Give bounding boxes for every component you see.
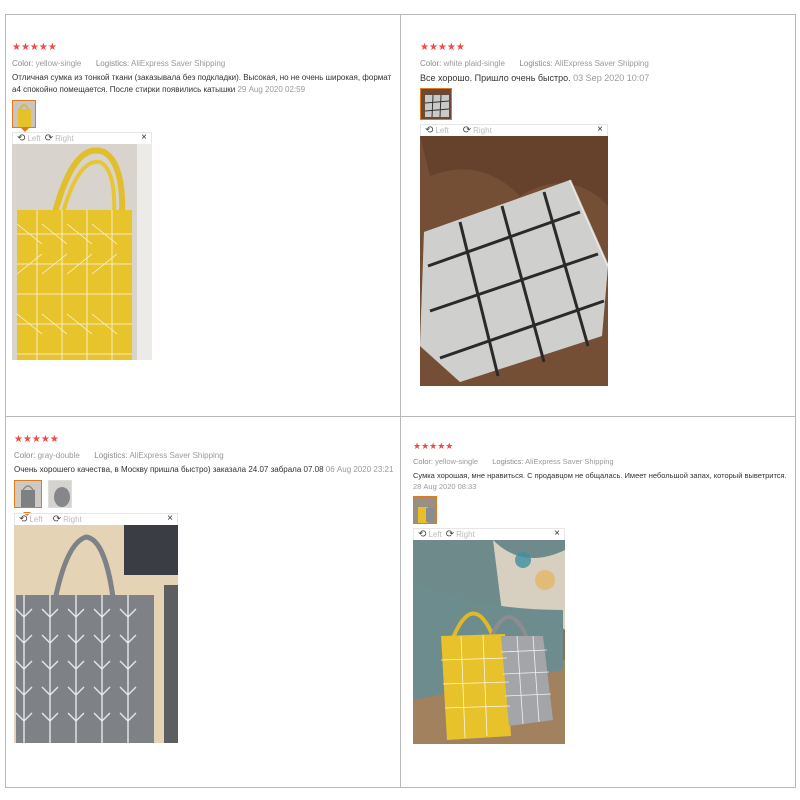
logistics-label: Logistics: [94, 451, 128, 460]
rotate-right-icon[interactable]: ⟳ [53, 514, 61, 525]
review-photo [14, 525, 178, 743]
color-value: yellow-single [35, 59, 82, 68]
review-date: 03 Sep 2020 10:07 [573, 73, 650, 83]
logistics-value: AliExpress Saver Shipping [130, 59, 226, 68]
close-icon[interactable]: × [167, 513, 173, 524]
review-meta: Color: gray-double Logistics: AliExpress… [14, 450, 398, 461]
review-text-block: Все хорошо. Пришло очень быстро. 03 Sep … [420, 72, 790, 84]
review-meta: Color: yellow-single Logistics: AliExpre… [12, 58, 397, 69]
logistics-value: AliExpress Saver Shipping [129, 451, 224, 460]
logistics-value: AliExpress Saver Shipping [554, 59, 649, 68]
review-text: Очень хорошего качества, в Москву пришла… [14, 465, 324, 474]
image-viewer-toolbar: ⟲ Left ⟳ Right × [413, 528, 565, 540]
review-text: Все хорошо. Пришло очень быстро. [420, 73, 571, 83]
review-meta: Color: yellow-single Logistics: AliExpre… [413, 456, 793, 467]
review-thumbnail[interactable] [14, 480, 42, 508]
rotate-right-icon[interactable]: ⟳ [45, 133, 53, 144]
rotate-left-label[interactable]: Left [435, 126, 448, 135]
color-label: Color: [12, 59, 34, 68]
review-card: ★★★★★ Color: white plaid-single Logistic… [420, 43, 790, 386]
rating-stars: ★★★★★ [12, 42, 57, 53]
rotate-right-icon[interactable]: ⟳ [446, 529, 454, 540]
rating-stars: ★★★★★ [420, 42, 465, 53]
review-date: 06 Aug 2020 23:21 [325, 465, 394, 474]
logistics-label: Logistics: [519, 59, 553, 68]
logistics-label: Logistics: [492, 457, 524, 466]
rotate-left-icon[interactable]: ⟲ [17, 133, 25, 144]
review-thumbnail[interactable] [420, 88, 452, 120]
review-thumbnail[interactable] [48, 480, 72, 508]
color-label: Color: [420, 59, 442, 68]
review-text-block: Отличная сумка из тонкой ткани (заказыва… [12, 72, 397, 96]
review-date: 28 Aug 2020 08:33 [413, 482, 477, 491]
close-icon[interactable]: × [597, 124, 603, 135]
review-card: ★★★★★ Color: gray-double Logistics: AliE… [14, 435, 398, 743]
color-label: Color: [14, 451, 36, 460]
rotate-left-label[interactable]: Left [29, 515, 42, 524]
image-viewer-toolbar: ⟲ Left ⟳ Right × [14, 513, 178, 525]
logistics-value: AliExpress Saver Shipping [525, 457, 614, 466]
image-viewer-toolbar: ⟲ Left ⟳ Right × [420, 124, 608, 136]
logistics-label: Logistics: [95, 59, 130, 68]
color-value: yellow-single [435, 457, 479, 466]
review-thumbnail[interactable] [413, 496, 437, 524]
rotate-left-label[interactable]: Left [27, 134, 40, 143]
review-text: Сумка хорошая, мне нравиться. С продавцо… [413, 471, 787, 480]
close-icon[interactable]: × [141, 132, 147, 143]
rotate-left-icon[interactable]: ⟲ [418, 529, 426, 540]
grid-divider-horizontal [5, 416, 796, 417]
rating-stars: ★★★★★ [14, 434, 59, 445]
review-text-block: Очень хорошего качества, в Москву пришла… [14, 464, 398, 476]
rotate-right-label[interactable]: Right [63, 515, 82, 524]
rotate-right-label[interactable]: Right [473, 126, 492, 135]
thumbnail-strip [420, 88, 790, 120]
image-viewer-toolbar: ⟲ Left ⟳ Right × [12, 132, 152, 144]
review-photo [12, 144, 152, 360]
review-text-block: Сумка хорошая, мне нравиться. С продавцо… [413, 470, 793, 492]
close-icon[interactable]: × [554, 528, 560, 539]
color-value: white plaid-single [443, 59, 505, 68]
rotate-left-label[interactable]: Left [428, 530, 441, 539]
review-text: Отличная сумка из тонкой ткани (заказыва… [12, 73, 392, 94]
rotate-left-icon[interactable]: ⟲ [425, 125, 433, 136]
review-date: 29 Aug 2020 02:59 [237, 85, 306, 94]
review-photo [420, 136, 608, 386]
thumbnail-strip [413, 496, 793, 524]
review-photo [413, 540, 565, 744]
color-label: Color: [413, 457, 434, 466]
review-meta: Color: white plaid-single Logistics: Ali… [420, 58, 790, 69]
rotate-right-label[interactable]: Right [55, 134, 74, 143]
rating-stars: ★★★★★ [413, 441, 454, 451]
rotate-left-icon[interactable]: ⟲ [19, 514, 27, 525]
review-card: ★★★★★ Color: yellow-single Logistics: Al… [413, 441, 793, 744]
thumbnail-strip [14, 480, 398, 508]
review-card: ★★★★★ Color: yellow-single Logistics: Al… [12, 43, 397, 360]
review-thumbnail[interactable] [12, 100, 36, 128]
rotate-right-label[interactable]: Right [456, 530, 475, 539]
thumbnail-strip [12, 100, 397, 128]
grid-divider-vertical [400, 14, 401, 788]
rotate-right-icon[interactable]: ⟳ [463, 125, 471, 136]
color-value: gray-double [37, 451, 80, 460]
